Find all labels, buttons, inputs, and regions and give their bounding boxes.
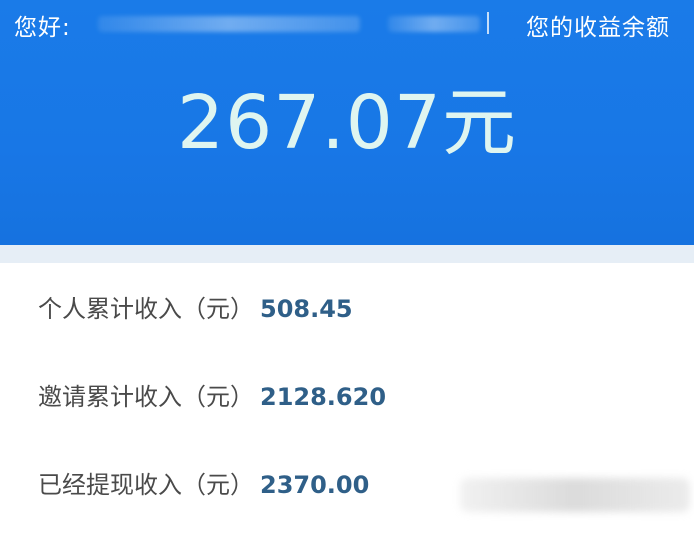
balance-label: 您的收益余额 [526,15,670,41]
earnings-screen: 您好: 您的收益余额 267.07元 个人累计收入（元） 508.45 邀请累计收… [0,0,694,556]
balance-amount: 267.07元 [177,80,517,166]
stat-value: 2370.00 [260,471,370,499]
stat-label: 已经提现收入（元） [38,471,254,499]
header-divider-band [0,245,694,263]
stat-value: 508.45 [260,295,353,323]
stat-row-withdrawn-income: 已经提现收入（元） 2370.00 [38,465,369,505]
balance-header: 您好: 您的收益余额 267.07元 [0,0,694,245]
redacted-username-suffix [388,16,480,32]
stat-value: 2128.620 [260,383,387,411]
stat-row-personal-income: 个人累计收入（元） 508.45 [38,289,353,329]
redacted-username [98,16,360,32]
stat-label: 邀请累计收入（元） [38,383,254,411]
stat-label: 个人累计收入（元） [38,295,254,323]
income-stats-card: 个人累计收入（元） 508.45 邀请累计收入（元） 2128.620 已经提现收入… [0,263,694,556]
greeting-label: 您好: [14,15,71,41]
stat-row-invite-income: 邀请累计收入（元） 2128.620 [38,377,386,417]
name-separator [487,12,489,34]
blurred-watermark [460,478,690,512]
